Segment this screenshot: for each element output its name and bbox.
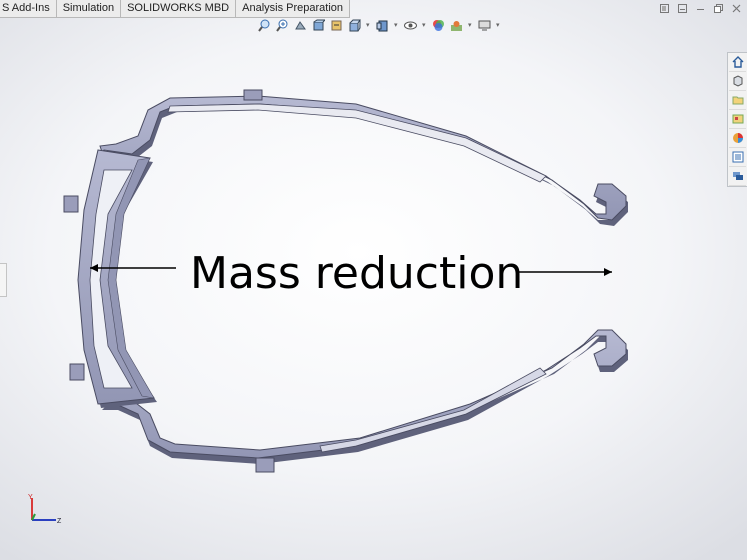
right-arrow bbox=[518, 268, 612, 276]
rim-tab-top bbox=[63, 195, 79, 213]
lower-tab bbox=[255, 457, 275, 473]
reference-triad: Y Z bbox=[28, 494, 62, 525]
rim-tab-bottom bbox=[69, 363, 85, 381]
triad-z-label: Z bbox=[57, 518, 62, 525]
triad-y-label: Y bbox=[28, 494, 33, 501]
annotation-text: Mass reduction bbox=[190, 248, 524, 299]
upper-tab bbox=[243, 89, 263, 101]
upper-arm-slot bbox=[167, 103, 547, 183]
